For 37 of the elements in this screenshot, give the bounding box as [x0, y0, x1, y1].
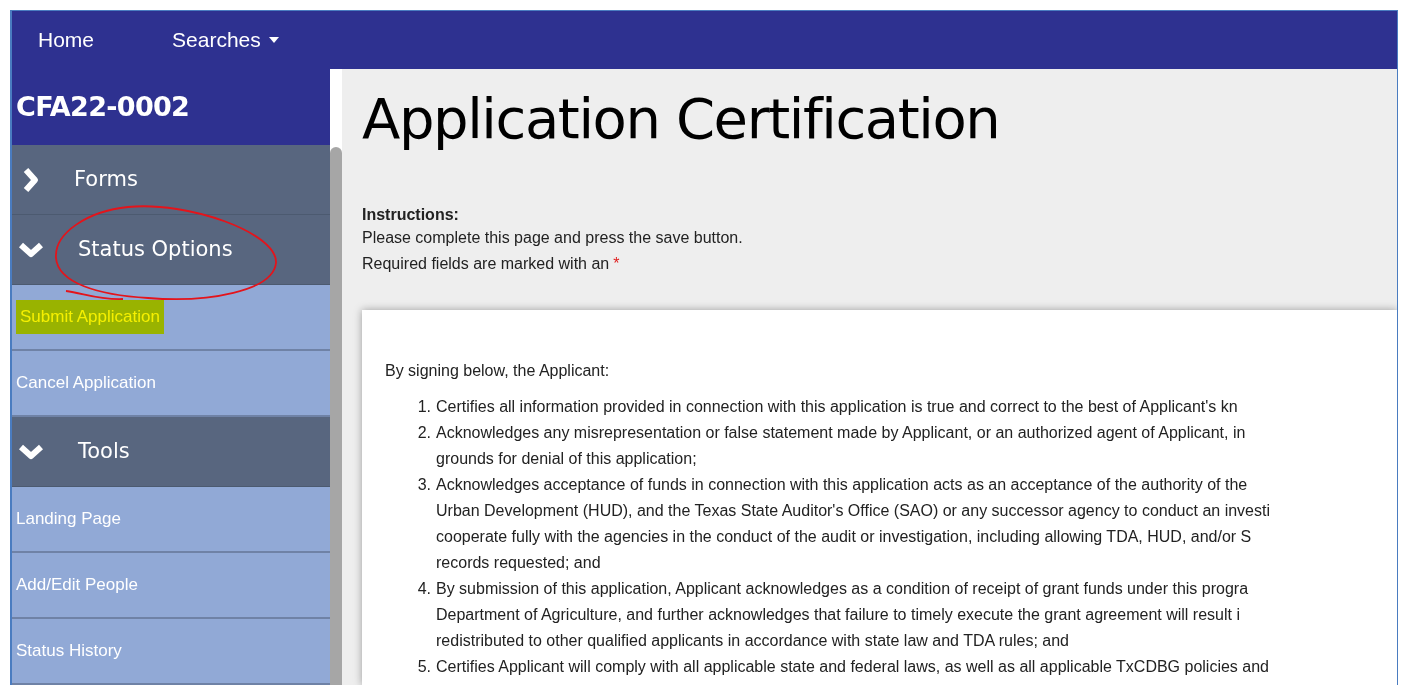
sidebar-link-label: Submit Application	[16, 300, 164, 334]
nav-dropdown[interactable]: Searches	[172, 24, 279, 56]
list-item-text: Acknowledges acceptance of funds in connection with this application acts as an acceptance of the authority of the	[436, 475, 1249, 495]
required-asterisk: *	[613, 254, 620, 274]
list-item-text: Certifies all information provided in connection with this application is true and correct to the best of Applicant's kn	[436, 397, 1238, 417]
chevron-down-icon	[18, 240, 44, 259]
sidebar-link-label: Landing Page	[16, 508, 121, 531]
sidebar-link-label: Cancel Application	[16, 372, 156, 395]
nav-link[interactable]: Home	[38, 24, 95, 56]
caret-down-icon	[268, 37, 279, 43]
list-number: 5.	[416, 657, 432, 677]
list-number: 3.	[416, 475, 432, 495]
sidebar-section-header[interactable]: Tools	[12, 417, 330, 487]
sidebar-section-header[interactable]: Status Options	[12, 215, 330, 285]
list-number: 2.	[416, 423, 432, 443]
sidebar-link-label: Status History	[16, 640, 122, 663]
list-item-text: redistributed to other qualified applicants in accordance with state law and TDA rules; and	[436, 631, 1070, 651]
list-item-text: Urban Development (HUD), and the Texas State Auditor's Office (SAO) or any successor agency to conduct an investi	[436, 501, 1270, 521]
intro-text: By signing below, the Applicant:	[385, 361, 611, 381]
chevron-right-icon	[22, 166, 40, 193]
list-number: 1.	[416, 397, 432, 417]
list-item-text: Acknowledges any misrepresentation or false statement made by Applicant, or an authorized agent of Applicant, in	[436, 423, 1246, 443]
instruction-text: Required fields are marked with an	[362, 254, 610, 274]
list-item-text: grounds for denial of this application;	[436, 449, 698, 469]
chevron-down-icon	[18, 442, 44, 461]
list-number: 4.	[416, 579, 432, 599]
instructions-heading: Instructions:	[362, 205, 460, 225]
list-item-text: records requested; and	[436, 553, 602, 573]
instruction-text: Please complete this page and press the save button.	[362, 228, 744, 248]
list-item-text: By submission of this application, Applicant acknowledges as a condition of receipt of grant funds under this progra	[436, 579, 1249, 599]
scrollbar[interactable]	[330, 147, 342, 685]
sidebar-section-header[interactable]: Forms	[12, 145, 330, 215]
list-item-text: Department of Agriculture, and further acknowledges that failure to timely execute the grant agreement will result i	[436, 605, 1241, 625]
list-item-text: cooperate fully with the agencies in the conduct of the audit or investigation, including allowing TDA, HUD, and/or S	[436, 527, 1253, 547]
sidebar-link-label: Add/Edit People	[16, 574, 138, 597]
record-id-header: CFA22-0002	[12, 69, 330, 145]
list-item-text: Certifies Applicant will comply with all applicable state and federal laws, as well as all applicable TxCDBG policies and	[436, 657, 1269, 677]
